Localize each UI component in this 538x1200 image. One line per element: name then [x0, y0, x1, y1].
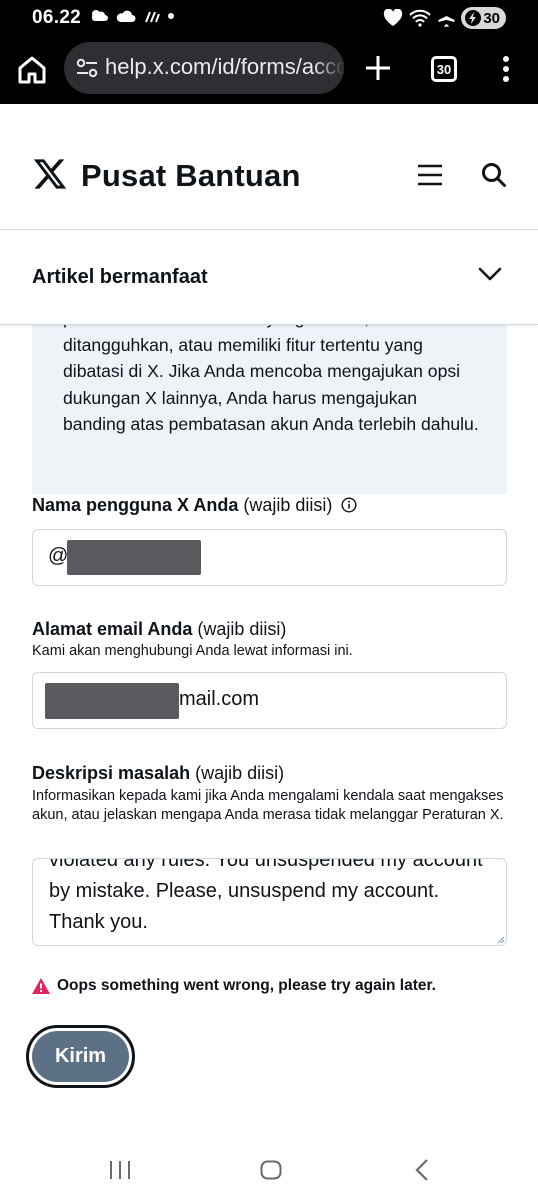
- heart-icon: [384, 9, 403, 26]
- username-input[interactable]: @: [32, 529, 507, 586]
- error-message: Oops something went wrong, please try ag…: [31, 977, 436, 995]
- resize-handle-icon[interactable]: [497, 936, 505, 944]
- description-label-text: Deskripsi masalah: [32, 763, 191, 783]
- home-icon[interactable]: [16, 54, 48, 86]
- username-required: (wajib diisi): [243, 495, 333, 515]
- username-label: Nama pengguna X Anda (wajib diisi): [32, 495, 357, 516]
- cloud-icon: [116, 10, 136, 22]
- system-navigation-bar: [0, 1140, 538, 1200]
- tab-count: 30: [436, 61, 452, 77]
- system-icons: 30: [383, 7, 506, 29]
- status-time: 06.22: [32, 7, 82, 28]
- submit-button[interactable]: Kirim: [32, 1031, 129, 1082]
- email-suffix: mail.com: [179, 688, 260, 710]
- weather-icon: [91, 10, 108, 21]
- new-tab-icon[interactable]: [364, 54, 392, 82]
- rain-icon: [145, 11, 160, 23]
- helpful-articles-accordion[interactable]: Artikel bermanfaat: [0, 231, 538, 325]
- username-label-text: Nama pengguna X Anda: [32, 495, 239, 515]
- tab-switcher-button[interactable]: 30: [431, 56, 457, 82]
- site-settings-icon[interactable]: [76, 58, 98, 78]
- warning-icon: [32, 978, 50, 994]
- submit-label: Kirim: [54, 1045, 107, 1067]
- description-required: (wajib diisi): [195, 763, 285, 783]
- description-help-text: Informasikan kepada kami jika Anda menga…: [32, 788, 504, 823]
- email-help-text: Kami akan menghubungi Anda lewat informa…: [32, 643, 353, 659]
- email-required: (wajib diisi): [197, 619, 287, 639]
- description-value: violated any rules. You unsuspended my a…: [49, 858, 483, 933]
- address-bar[interactable]: help.x.com/id/forms/account-access/appea…: [64, 42, 344, 94]
- info-notice: pembatasan karena akun yang dikunci, dit…: [32, 325, 507, 494]
- battery-level: 30: [483, 9, 500, 27]
- status-bar: 06.22 30: [0, 0, 538, 36]
- chevron-down-icon[interactable]: [478, 266, 502, 282]
- email-label: Alamat email Anda (wajib diisi): [32, 619, 286, 640]
- dot-icon: [168, 13, 174, 19]
- redacted-email: [45, 683, 179, 719]
- notification-icons: [90, 8, 176, 24]
- email-label-text: Alamat email Anda: [32, 619, 193, 639]
- accordion-label: Artikel bermanfaat: [32, 266, 208, 288]
- recent-apps-icon[interactable]: [108, 1160, 132, 1180]
- menu-icon[interactable]: [417, 163, 443, 187]
- charging-icon: [465, 10, 482, 26]
- overflow-menu-icon[interactable]: [496, 54, 516, 84]
- description-label: Deskripsi masalah (wajib diisi): [32, 763, 284, 784]
- wifi-icon: [409, 9, 432, 27]
- url-text: help.x.com/id/forms/account-access/appea…: [105, 54, 344, 79]
- error-text: Oops something went wrong, please try ag…: [57, 977, 436, 994]
- home-nav-icon[interactable]: [260, 1160, 282, 1180]
- browser-toolbar: help.x.com/id/forms/account-access/appea…: [0, 36, 538, 104]
- search-icon[interactable]: [481, 162, 507, 188]
- email-input[interactable]: mail.com: [32, 672, 507, 729]
- info-notice-text: pembatasan karena akun yang dikunci, dit…: [63, 325, 479, 434]
- airplane-icon: [438, 10, 455, 27]
- page-title[interactable]: Pusat Bantuan: [81, 158, 301, 194]
- site-header: Pusat Bantuan: [0, 104, 538, 230]
- x-logo-icon[interactable]: [32, 156, 68, 192]
- battery-indicator: 30: [461, 7, 506, 29]
- redacted-username: [67, 540, 201, 575]
- info-icon[interactable]: [341, 497, 357, 513]
- back-icon[interactable]: [414, 1159, 430, 1181]
- username-prefix: @: [48, 545, 69, 567]
- description-textarea[interactable]: violated any rules. You unsuspended my a…: [32, 858, 507, 946]
